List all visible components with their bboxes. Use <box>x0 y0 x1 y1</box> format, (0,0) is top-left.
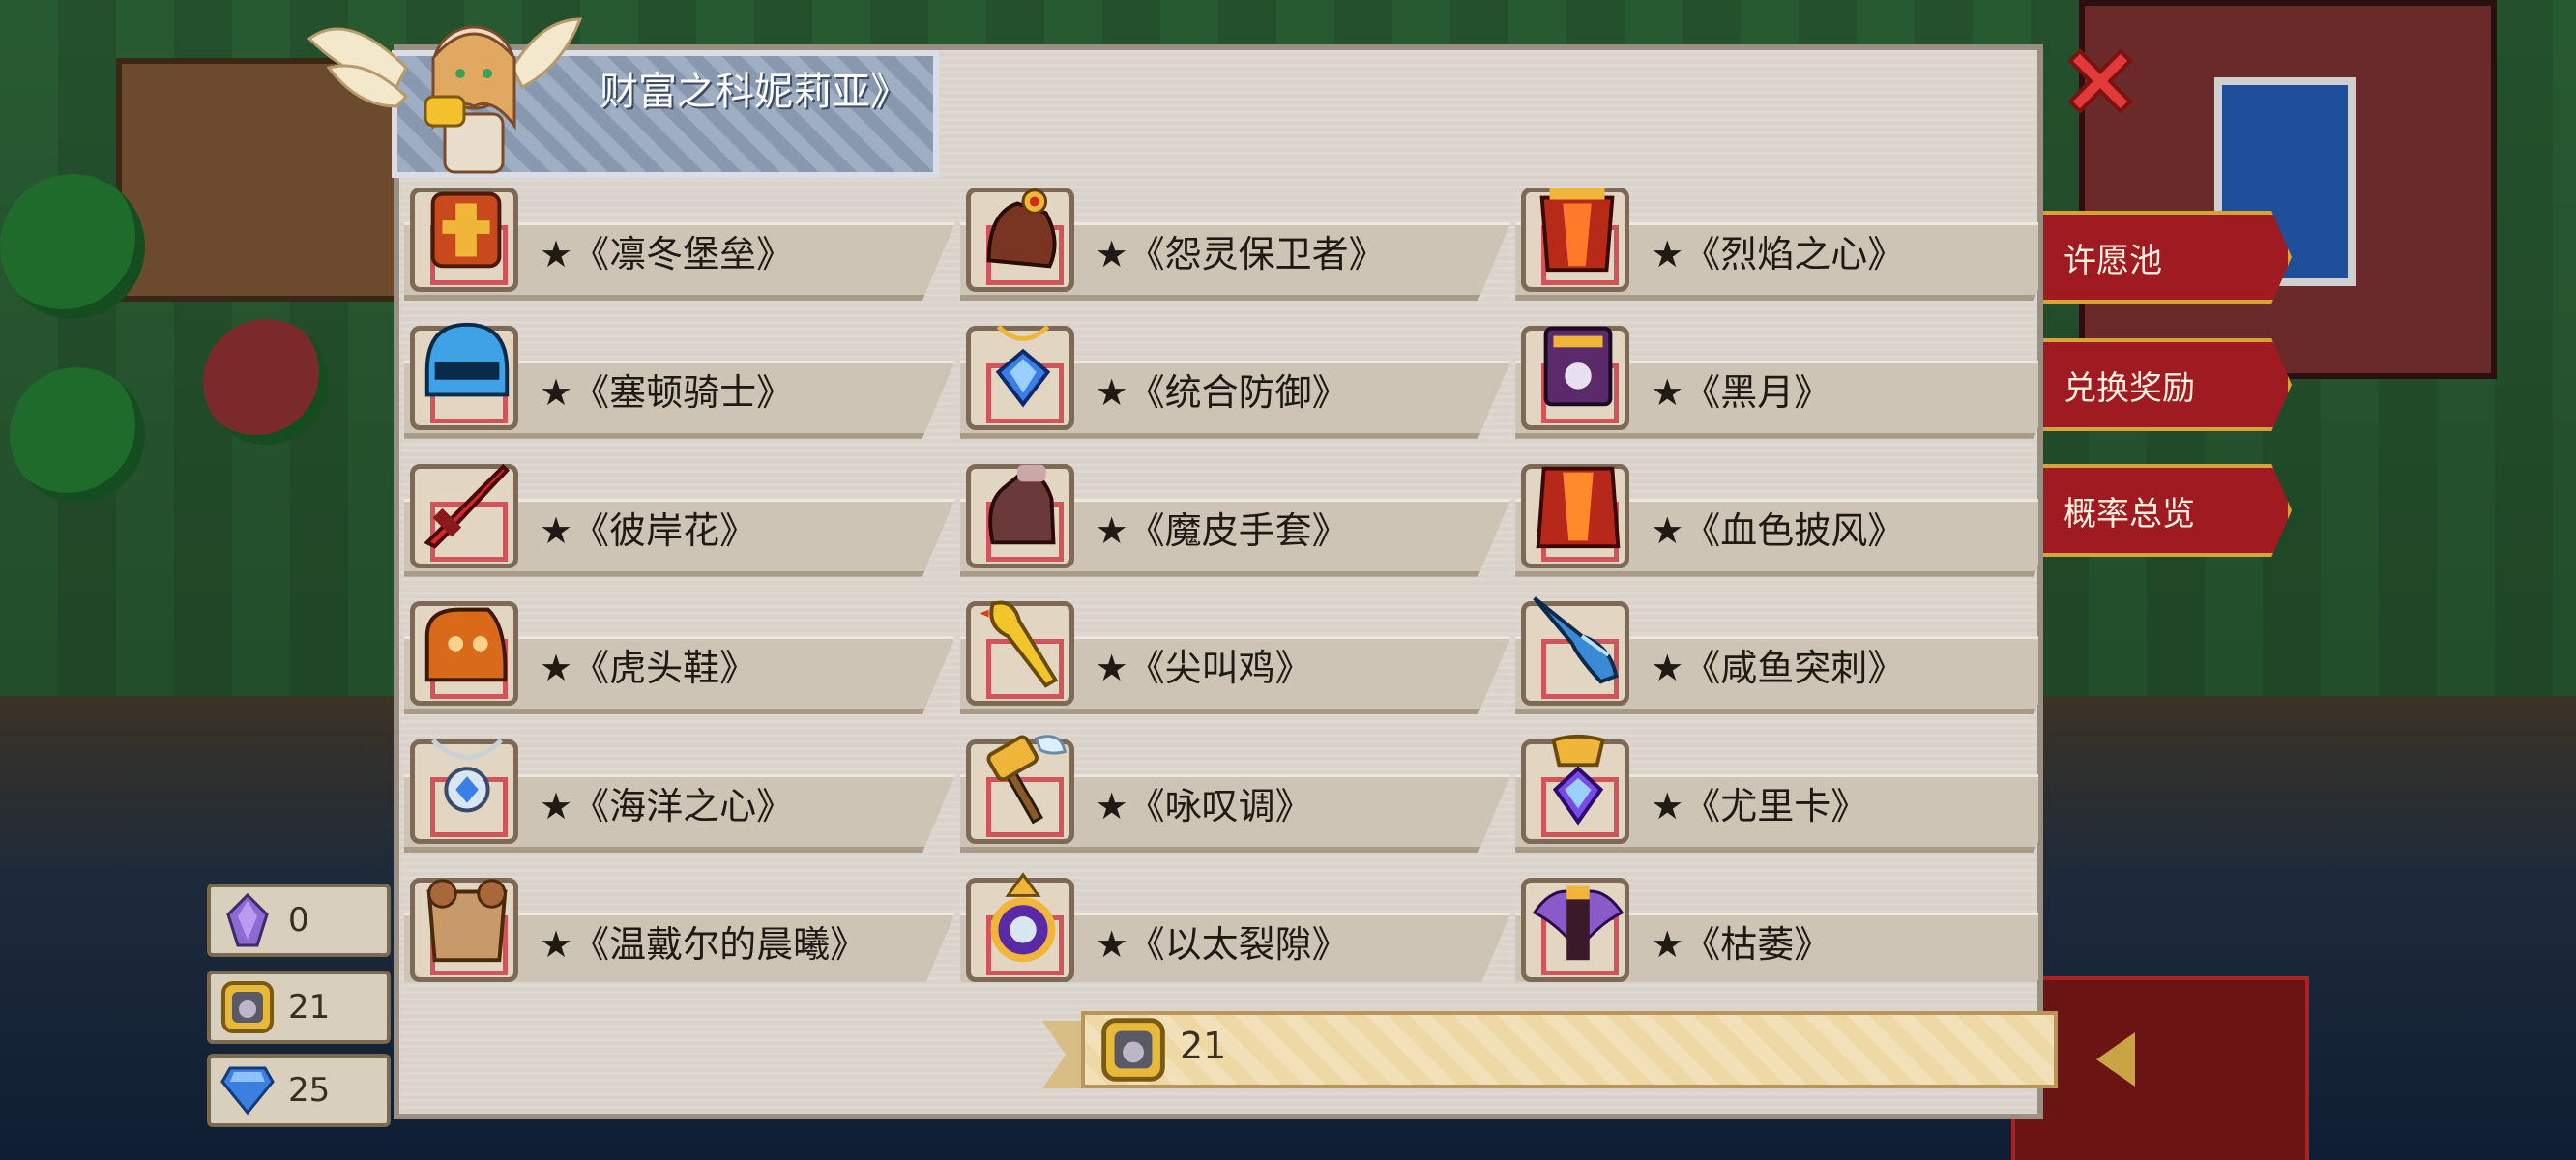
gem-amulet-icon <box>995 324 1050 408</box>
withered-wings-icon <box>1532 885 1625 961</box>
item-entry[interactable]: ★《温戴尔的晨曦》 <box>404 864 955 982</box>
item-entry[interactable]: ★《统合防御》 <box>959 312 1511 439</box>
item-entry[interactable]: ★《海洋之心》 <box>404 726 955 854</box>
close-button[interactable] <box>2054 35 2147 128</box>
token-count-bar: 21 <box>1042 1011 2065 1088</box>
tiger-shoe-icon <box>424 608 508 682</box>
item-label: ★《虎头鞋》 <box>540 647 757 690</box>
side-button-probability-overview[interactable]: 概率总览 <box>2040 464 2292 557</box>
demon-glove-icon <box>987 464 1056 544</box>
item-entry[interactable]: ★《烈焰之心》 <box>1515 184 2038 301</box>
item-entry[interactable]: ★《尖叫鸡》 <box>959 588 1511 715</box>
item-label: ★《咏叹调》 <box>1095 785 1312 828</box>
item-entry[interactable]: ★《尤里卡》 <box>1515 726 2038 854</box>
winged-hammer-icon <box>986 735 1067 825</box>
token-coin-icon <box>1101 1018 1165 1082</box>
item-label: ★《统合防御》 <box>1095 370 1349 414</box>
dialog-title: 财富之科妮莉亚》 <box>600 70 909 114</box>
dawn-armor-icon <box>426 879 508 963</box>
item-entry[interactable]: ★《血色披风》 <box>1515 450 2038 577</box>
item-label: ★《温戴尔的晨曦》 <box>540 923 867 966</box>
ether-ring-icon <box>990 872 1055 963</box>
item-entry[interactable]: ★《咏叹调》 <box>959 726 1511 854</box>
item-label: ★《彼岸花》 <box>540 508 757 552</box>
item-entry[interactable]: ★《魔皮手套》 <box>959 450 1511 577</box>
item-entry[interactable]: ★《虎头鞋》 <box>404 588 955 715</box>
screaming-chicken-icon <box>979 601 1058 689</box>
item-label: ★《怨灵保卫者》 <box>1095 233 1386 276</box>
item-label: ★《尤里卡》 <box>1651 785 1868 828</box>
item-label: ★《黑月》 <box>1651 370 1831 414</box>
ocean-heart-necklace-icon <box>430 739 504 813</box>
blue-diamond-icon <box>220 1063 275 1117</box>
gauntlet-wraith-guardian-icon <box>986 188 1057 269</box>
close-icon <box>2067 48 2133 114</box>
purple-crystal-icon <box>220 893 275 947</box>
item-grid: ★《凛冬堡垒》 ★《怨灵保卫者》 ★《烈焰之心》 ★《塞顿骑士》 ★《统合防御》 ★《黑月… <box>404 184 2038 982</box>
armor-flame-heart-icon <box>1539 188 1615 273</box>
item-entry[interactable]: ★《彼岸花》 <box>404 450 955 577</box>
item-label: ★《血色披风》 <box>1651 508 1905 552</box>
salted-fish-icon <box>1533 596 1619 684</box>
item-label: ★《烈焰之心》 <box>1651 233 1905 276</box>
ribbon-band <box>1081 1011 2058 1088</box>
item-entry[interactable]: ★《枯萎》 <box>1515 864 2038 982</box>
side-button-exchange-rewards[interactable]: 兑换奖励 <box>2040 338 2292 431</box>
item-entry[interactable]: ★《黑月》 <box>1515 312 2038 439</box>
resource-token: 21 <box>207 971 391 1044</box>
background-tree <box>10 367 145 503</box>
token-coin-icon <box>220 980 275 1034</box>
item-label: ★《以太裂隙》 <box>1095 923 1349 966</box>
side-button-wishing-pool[interactable]: 许愿池 <box>2040 211 2292 304</box>
item-entry[interactable]: ★《怨灵保卫者》 <box>959 184 1511 301</box>
item-label: ★《枯萎》 <box>1651 923 1831 966</box>
resource-crystal: 0 <box>207 884 391 957</box>
item-label: ★《魔皮手套》 <box>1095 508 1349 552</box>
item-entry[interactable]: ★《咸鱼突刺》 <box>1515 588 2038 715</box>
helmet-knight-icon <box>424 322 510 397</box>
armor-winter-fortress-icon <box>430 191 502 269</box>
crystal-pendant-icon <box>1551 735 1606 826</box>
background-tree <box>203 319 329 445</box>
item-label: ★《凛冬堡垒》 <box>540 233 794 276</box>
item-label: ★《海洋之心》 <box>540 785 794 828</box>
dark-tome-icon <box>1543 326 1613 407</box>
item-label: ★《尖叫鸡》 <box>1095 647 1312 690</box>
resource-diamond: 25 <box>207 1054 391 1127</box>
item-label: ★《咸鱼突刺》 <box>1651 647 1905 690</box>
item-label: ★《塞顿骑士》 <box>540 370 794 414</box>
character-portrait <box>307 17 583 174</box>
item-entry[interactable]: ★《凛冬堡垒》 <box>404 184 955 301</box>
red-blade-icon <box>424 463 510 549</box>
background-tree <box>0 174 145 319</box>
crimson-cape-icon <box>1536 466 1621 548</box>
item-entry[interactable]: ★《以太裂隙》 <box>959 864 1511 982</box>
item-entry[interactable]: ★《塞顿骑士》 <box>404 312 955 439</box>
